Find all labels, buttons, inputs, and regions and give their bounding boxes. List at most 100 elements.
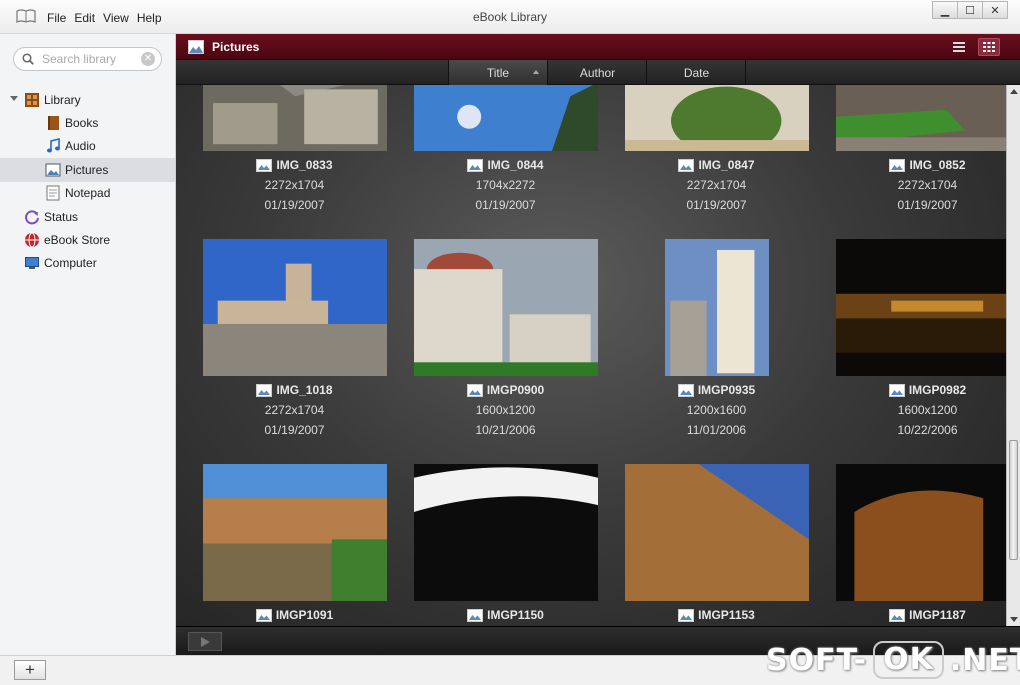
picture-name: IMGP0900 bbox=[400, 383, 611, 397]
sidebar-item-ebook-store[interactable]: eBook Store bbox=[0, 228, 175, 251]
picture-file-icon bbox=[466, 383, 483, 397]
picture-caption: IMGP11531600x1200 bbox=[611, 608, 822, 626]
scrollbar-thumb[interactable] bbox=[1009, 440, 1018, 560]
slideshow-button[interactable] bbox=[188, 632, 222, 651]
minimize-button[interactable]: ▁ bbox=[932, 1, 958, 19]
picture-dimensions: 2272x1704 bbox=[897, 178, 958, 192]
picture-file-icon bbox=[678, 608, 695, 622]
expand-arrow-icon[interactable] bbox=[10, 96, 18, 101]
watermark: SOFT- OK .NET bbox=[766, 641, 1020, 679]
watermark-text: SOFT- bbox=[766, 642, 868, 678]
picture-caption: IMG_0844 1704x2272 01/19/2007 bbox=[400, 158, 611, 212]
picture-title: IMGP0982 bbox=[908, 383, 967, 397]
picture-thumbnail[interactable] bbox=[664, 239, 769, 376]
picture-title: IMGP1187 bbox=[909, 608, 966, 622]
notepad-icon bbox=[46, 185, 60, 201]
sort-ascending-icon bbox=[533, 70, 539, 74]
picture-thumbnail[interactable] bbox=[835, 239, 1006, 376]
sort-column-label: Author bbox=[579, 65, 616, 80]
picture-dimensions: 1600x1200 bbox=[475, 403, 536, 417]
scroll-down-icon[interactable] bbox=[1010, 617, 1018, 622]
sidebar-item-pictures[interactable]: Pictures bbox=[0, 158, 175, 182]
sidebar-item-books[interactable]: Books bbox=[0, 111, 175, 134]
picture-grid: IMG_0833 2272x1704 01/19/2007 IMG_0844 1704… bbox=[176, 85, 1006, 626]
picture-name: IMG_0847 bbox=[611, 158, 822, 172]
picture-caption: IMGP0935 1200x1600 11/01/2006 bbox=[611, 383, 822, 437]
sort-by-title-button[interactable]: Title bbox=[448, 60, 548, 85]
picture-file-icon bbox=[888, 383, 905, 397]
menu-file[interactable]: File bbox=[47, 11, 66, 25]
watermark-text: .NET bbox=[949, 642, 1020, 678]
picture-date: 01/19/2007 bbox=[264, 423, 325, 437]
grid-icon bbox=[983, 42, 995, 52]
picture-name: IMG_0833 bbox=[189, 158, 400, 172]
picture-caption: IMG_1018 2272x1704 01/19/2007 bbox=[189, 383, 400, 437]
picture-name: IMG_1018 bbox=[189, 383, 400, 397]
picture-title: IMG_0833 bbox=[276, 158, 333, 172]
picture-thumbnail[interactable] bbox=[835, 85, 1006, 151]
picture-file-icon bbox=[677, 383, 694, 397]
maximize-button[interactable]: ☐ bbox=[957, 1, 983, 19]
sidebar-item-audio[interactable]: Audio bbox=[0, 135, 175, 158]
vertical-scrollbar[interactable] bbox=[1006, 85, 1020, 626]
picture-name: IMGP1153 bbox=[611, 608, 822, 622]
audio-icon bbox=[47, 138, 60, 153]
list-view-button[interactable] bbox=[948, 38, 970, 56]
picture-thumbnail[interactable] bbox=[413, 85, 598, 151]
picture-title: IMG_0844 bbox=[487, 158, 544, 172]
picture-thumbnail[interactable] bbox=[624, 85, 809, 151]
picture-dimensions: 2272x1704 bbox=[686, 178, 747, 192]
sidebar-item-label: Pictures bbox=[65, 162, 109, 177]
grid-view-button[interactable] bbox=[978, 38, 1000, 56]
sidebar-item-notepad[interactable]: Notepad bbox=[0, 182, 175, 205]
picture-thumbnail[interactable] bbox=[624, 464, 809, 601]
add-button[interactable]: + bbox=[14, 660, 46, 680]
picture-dimensions: 2272x1704 bbox=[264, 178, 325, 192]
book-icon[interactable] bbox=[16, 9, 36, 23]
close-button[interactable]: ✕ bbox=[982, 1, 1008, 19]
scroll-up-icon[interactable] bbox=[1010, 89, 1018, 94]
store-icon bbox=[25, 232, 39, 248]
sidebar-item-computer[interactable]: Computer bbox=[0, 252, 175, 275]
sidebar: ✕ Library Books Audio Pictures bbox=[0, 34, 176, 655]
sidebar-item-label: Library bbox=[44, 92, 81, 107]
menu-help[interactable]: Help bbox=[137, 11, 162, 25]
panel-header: Pictures bbox=[176, 34, 1020, 60]
picture-name: IMGP1150 bbox=[400, 608, 611, 622]
sidebar-item-library[interactable]: Library bbox=[0, 88, 175, 111]
menu-edit[interactable]: Edit bbox=[74, 11, 95, 25]
picture-caption: IMGP11872304x1728 bbox=[822, 608, 1006, 626]
picture-file-icon bbox=[256, 158, 273, 172]
picture-date: 01/19/2007 bbox=[475, 198, 536, 212]
picture-thumbnail[interactable] bbox=[202, 239, 387, 376]
picture-caption: IMG_0852 2272x1704 01/19/2007 bbox=[822, 158, 1006, 212]
books-icon bbox=[48, 116, 59, 131]
sort-by-date-button[interactable]: Date bbox=[648, 60, 746, 85]
picture-title: IMGP1091 bbox=[275, 608, 334, 622]
menu-view[interactable]: View bbox=[103, 11, 129, 25]
search-input[interactable] bbox=[42, 51, 137, 67]
picture-thumbnail[interactable] bbox=[202, 85, 387, 151]
picture-thumbnail[interactable] bbox=[835, 464, 1006, 601]
picture-dimensions: 2272x1704 bbox=[264, 403, 325, 417]
menu-bar: File Edit View Help bbox=[47, 11, 162, 25]
sidebar-item-status[interactable]: Status bbox=[0, 205, 175, 228]
sidebar-item-label: Notepad bbox=[65, 186, 111, 201]
picture-title: IMG_0852 bbox=[909, 158, 966, 172]
picture-name: IMGP1187 bbox=[822, 608, 1006, 622]
search-icon bbox=[22, 53, 34, 65]
clear-search-icon[interactable]: ✕ bbox=[141, 52, 155, 66]
picture-date: 01/19/2007 bbox=[897, 198, 958, 212]
picture-thumbnail[interactable] bbox=[413, 239, 598, 376]
picture-thumbnail[interactable] bbox=[413, 464, 598, 601]
picture-name: IMG_0844 bbox=[400, 158, 611, 172]
picture-title: IMG_1018 bbox=[276, 383, 333, 397]
picture-date: 10/22/2006 bbox=[897, 423, 958, 437]
sidebar-item-label: Audio bbox=[65, 139, 96, 154]
panel-title: Pictures bbox=[212, 40, 260, 54]
sort-by-author-button[interactable]: Author bbox=[549, 60, 647, 85]
picture-name: IMGP0935 bbox=[611, 383, 822, 397]
picture-dimensions: 1200x1600 bbox=[686, 403, 747, 417]
picture-thumbnail[interactable] bbox=[202, 464, 387, 601]
picture-file-icon bbox=[255, 608, 272, 622]
